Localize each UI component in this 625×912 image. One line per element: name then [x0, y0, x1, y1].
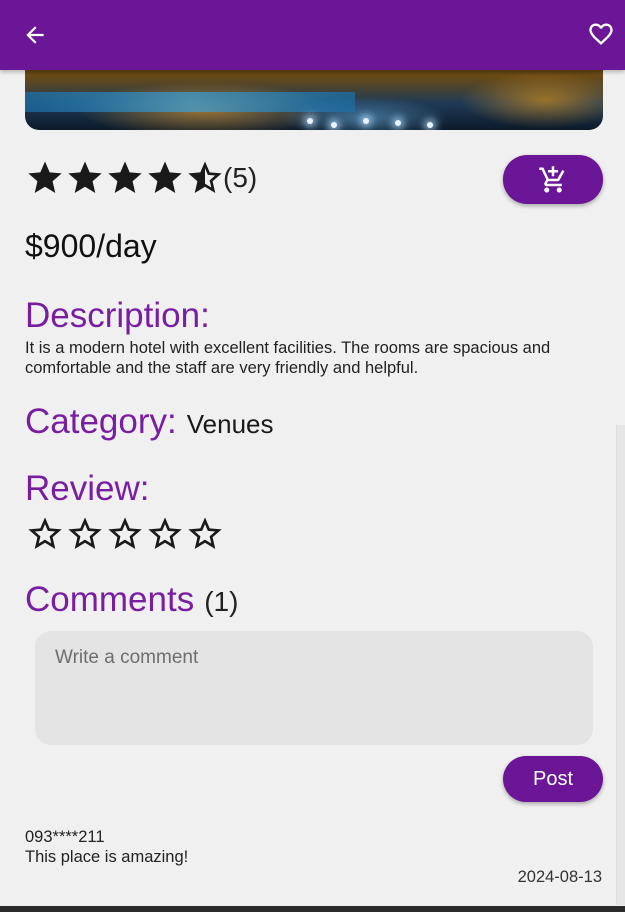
favorite-heart-icon[interactable]: [587, 20, 615, 48]
comments-header: Comments (1): [25, 580, 238, 620]
star-filled-icon: [28, 161, 62, 193]
bottom-edge: [0, 906, 625, 912]
rating-count: (5): [223, 162, 258, 193]
star-outline-icon[interactable]: [65, 514, 105, 554]
back-arrow-icon[interactable]: [22, 22, 48, 48]
category-heading: Category:: [25, 402, 177, 441]
star-half-icon: [188, 161, 222, 193]
review-rating-input[interactable]: [25, 514, 225, 554]
star-outline-icon[interactable]: [185, 514, 225, 554]
category-row: Category: Venues: [25, 402, 274, 442]
star-filled-icon: [68, 161, 102, 193]
star-filled-icon: [108, 161, 142, 193]
price: $900/day: [25, 228, 157, 264]
comment-date: 2024-08-13: [517, 868, 602, 886]
add-shopping-cart-icon: [539, 165, 565, 192]
comments-count: (1): [204, 586, 239, 617]
comments-heading: Comments: [25, 580, 195, 619]
rating-display: (5): [25, 158, 257, 198]
description-heading: Description:: [25, 296, 210, 335]
star-outline-icon[interactable]: [145, 514, 185, 554]
star-outline-icon[interactable]: [25, 514, 65, 554]
review-heading: Review:: [25, 469, 150, 508]
comment-user: 093****211: [25, 828, 105, 846]
star-filled-icon: [148, 161, 182, 193]
scrollbar[interactable]: [616, 425, 625, 905]
app-bar: [0, 0, 625, 70]
description-text: It is a modern hotel with excellent faci…: [25, 339, 551, 377]
star-outline-icon[interactable]: [105, 514, 145, 554]
category-value: Venues: [186, 409, 274, 439]
add-to-cart-button[interactable]: [503, 155, 603, 204]
comment-text: This place is amazing!: [25, 848, 189, 866]
post-comment-button[interactable]: Post: [503, 756, 603, 802]
comment-input[interactable]: Write a comment: [35, 631, 593, 745]
